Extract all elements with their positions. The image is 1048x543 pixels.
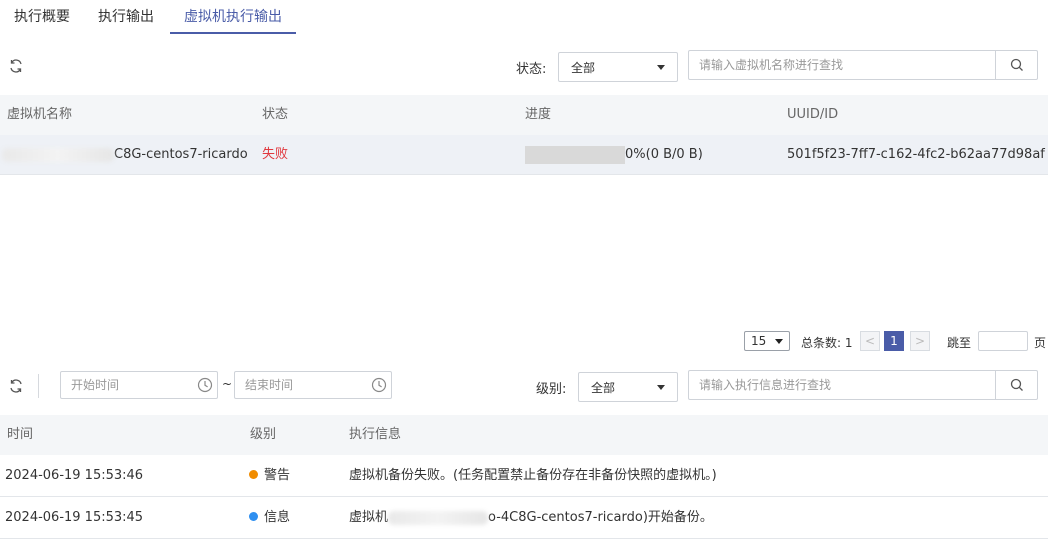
- chevron-down-icon: [775, 338, 783, 344]
- warning-dot-icon: [249, 470, 258, 479]
- vm-search-input[interactable]: [689, 51, 995, 79]
- status-failed: 失败: [262, 147, 289, 162]
- column-status: 状态: [262, 107, 289, 122]
- vm-table-header: 虚拟机名称 状态 进度 UUID/ID: [0, 95, 1048, 135]
- column-level: 级别: [250, 427, 277, 442]
- table-row: 2024-06-19 15:53:46 警告 虚拟机备份失败。(任务配置禁止备份…: [0, 456, 1048, 497]
- level-filter-label: 级别:: [536, 382, 567, 397]
- log-level: 信息: [249, 498, 290, 538]
- start-time-field[interactable]: [60, 371, 218, 399]
- page-suffix: 页: [1034, 336, 1047, 350]
- log-message: 虚拟机备份失败。(任务配置禁止备份存在非备份快照的虚拟机。): [349, 468, 717, 483]
- chevron-down-icon: [657, 64, 665, 70]
- total-count: 总条数: 1: [801, 336, 853, 350]
- log-search-input[interactable]: [689, 371, 995, 399]
- table-row: 2024-06-19 15:53:45 信息 虚拟机 o-4C8G-centos7…: [0, 498, 1048, 539]
- log-time: 2024-06-19 15:53:46: [5, 468, 144, 483]
- log-table-header: 时间 级别 执行信息: [0, 415, 1048, 455]
- status-filter-value: 全部: [571, 60, 596, 75]
- column-time: 时间: [7, 427, 34, 442]
- end-time-input[interactable]: [245, 378, 367, 392]
- page-size-select[interactable]: 15: [744, 331, 790, 351]
- prev-page-button[interactable]: <: [860, 331, 880, 351]
- jump-label: 跳至: [947, 336, 972, 350]
- table-row[interactable]: C8G-centos7-ricardo 失败 0%(0 B/0 B) 501f5…: [0, 135, 1048, 175]
- current-page-button[interactable]: 1: [884, 331, 904, 351]
- redacted-text: [2, 147, 114, 162]
- level-filter-select[interactable]: 全部: [578, 372, 678, 402]
- tab-execution-summary[interactable]: 执行概要: [0, 0, 84, 34]
- search-icon: [1010, 378, 1023, 391]
- page-size-value: 15: [751, 334, 767, 348]
- tab-vm-execution-output[interactable]: 虚拟机执行输出: [170, 0, 296, 34]
- column-progress: 进度: [525, 107, 552, 122]
- level-filter-value: 全部: [591, 380, 616, 395]
- progress-text: 0%(0 B/0 B): [625, 147, 703, 162]
- start-time-input[interactable]: [71, 378, 193, 392]
- tab-execution-output[interactable]: 执行输出: [84, 0, 168, 34]
- search-icon: [1010, 58, 1023, 71]
- log-search: [688, 370, 1038, 400]
- info-dot-icon: [249, 512, 258, 521]
- refresh-icon[interactable]: [6, 376, 26, 396]
- column-vm-name: 虚拟机名称: [7, 107, 73, 122]
- refresh-icon[interactable]: [6, 56, 26, 76]
- vm-search: [688, 50, 1038, 80]
- vm-search-button[interactable]: [995, 51, 1037, 79]
- vm-name-cell: C8G-centos7-ricardo: [2, 135, 248, 175]
- end-time-field[interactable]: [234, 371, 392, 399]
- clock-icon[interactable]: [367, 377, 391, 393]
- column-message: 执行信息: [349, 427, 402, 442]
- status-filter-select[interactable]: 全部: [558, 52, 678, 82]
- redacted-text: [388, 510, 489, 525]
- chevron-down-icon: [657, 384, 665, 390]
- log-message: 虚拟机 o-4C8G-centos7-ricardo)开始备份。: [349, 510, 713, 525]
- log-search-button[interactable]: [995, 371, 1037, 399]
- log-level: 警告: [249, 456, 290, 496]
- range-separator: ~: [222, 377, 233, 391]
- log-time: 2024-06-19 15:53:45: [5, 510, 144, 525]
- uuid-cell: 501f5f23-7ff7-c162-4fc2-b62aa77d98af: [787, 147, 1045, 162]
- tab-bar: 执行概要 执行输出 虚拟机执行输出: [0, 0, 1048, 36]
- clock-icon[interactable]: [193, 377, 217, 393]
- progress-bar: [525, 146, 625, 164]
- next-page-button[interactable]: >: [910, 331, 930, 351]
- status-filter-label: 状态:: [516, 62, 547, 77]
- divider: [38, 374, 39, 398]
- column-uuid: UUID/ID: [787, 107, 839, 122]
- jump-page-input[interactable]: [978, 331, 1028, 351]
